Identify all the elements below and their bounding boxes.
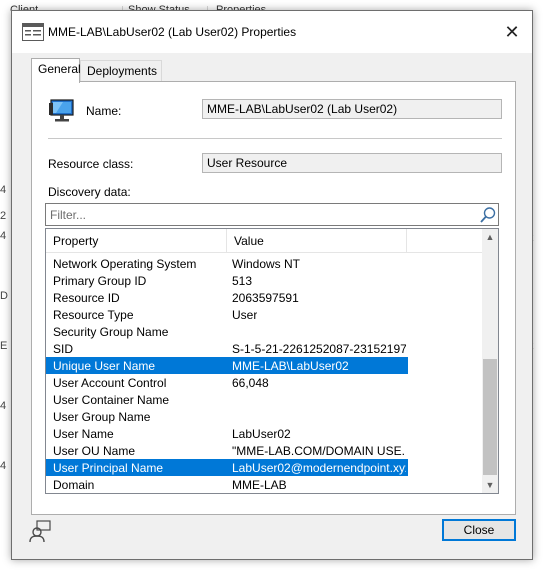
table-row[interactable]: Network Operating System Windows NT [46, 255, 408, 272]
row-property: Security Group Name [53, 325, 169, 339]
column-header-value[interactable]: Value [227, 229, 407, 253]
name-label: Name: [86, 104, 122, 118]
row-property: Domain [53, 478, 95, 492]
background-glyph: 4 [0, 184, 7, 196]
row-value: S-1-5-21-2261252087-23152197... [232, 342, 406, 356]
row-property: Primary Group ID [53, 274, 147, 288]
table-row-selected[interactable]: User Principal Name LabUser02@modernendpo… [46, 459, 408, 476]
filter-box [45, 203, 499, 226]
table-row[interactable]: Primary Group ID 513 [46, 272, 408, 289]
table-row[interactable]: Resource ID 2063597591 [46, 289, 408, 306]
list-header: Property Value [46, 229, 482, 253]
row-value: Windows NT [232, 257, 301, 271]
row-property: User Container Name [53, 393, 170, 407]
background-glyph: 4 [0, 400, 7, 412]
row-value: "MME-LAB.COM/DOMAIN USE... [232, 444, 406, 458]
row-property: User Account Control [53, 376, 167, 390]
background-window-left-edge: 4 2 4 D E 4 4 [0, 20, 10, 560]
table-row[interactable]: User Account Control 66,048 [46, 374, 408, 391]
table-row[interactable]: SID S-1-5-21-2261252087-23152197... [46, 340, 408, 357]
close-window-button[interactable]: ✕ [496, 17, 528, 47]
scroll-up-arrow-icon[interactable]: ▲ [482, 229, 498, 245]
close-icon: ✕ [504, 22, 520, 42]
table-row[interactable]: User Group Name [46, 408, 408, 425]
table-row[interactable]: Domain MME-LAB [46, 476, 408, 493]
table-row-selected[interactable]: Unique User Name MME-LAB\LabUser02 [46, 357, 408, 374]
discovery-data-list[interactable]: Property Value Network Operating System W… [45, 228, 499, 494]
table-row[interactable]: Security Group Name [46, 323, 408, 340]
discovery-data-label: Discovery data: [48, 185, 131, 199]
row-value: MME-LAB [232, 478, 287, 492]
column-header-property[interactable]: Property [46, 229, 227, 253]
row-property: Resource Type [53, 308, 134, 322]
row-property: Resource ID [53, 291, 120, 305]
row-property: User Name [53, 427, 114, 441]
row-value: 513 [232, 274, 253, 288]
tab-general[interactable]: General [31, 58, 81, 83]
table-row[interactable]: User Container Name [46, 391, 408, 408]
table-row[interactable]: User OU Name "MME-LAB.COM/DOMAIN USE... [46, 442, 408, 459]
row-property: Unique User Name [53, 359, 156, 373]
row-property: User OU Name [53, 444, 136, 458]
user-computer-icon [49, 99, 74, 122]
background-glyph: 4 [0, 230, 7, 242]
row-value: LabUser02 [232, 427, 291, 441]
name-field: MME-LAB\LabUser02 (Lab User02) [202, 99, 502, 119]
close-button[interactable]: Close [442, 519, 516, 541]
row-value: MME-LAB\LabUser02 [232, 359, 349, 373]
resource-class-label: Resource class: [48, 157, 134, 171]
row-value: User [232, 308, 258, 322]
properties-dialog: MME-LAB\LabUser02 (Lab User02) Propertie… [11, 10, 533, 560]
row-property: User Principal Name [53, 461, 164, 475]
table-row[interactable]: Resource Type User [46, 306, 408, 323]
background-glyph: 4 [0, 460, 7, 472]
row-value: LabUser02@modernendpoint.xyz [232, 461, 406, 475]
scroll-down-arrow-icon[interactable]: ▼ [482, 477, 498, 493]
filter-input[interactable] [46, 204, 471, 225]
tab-deployments[interactable]: Deployments [80, 60, 162, 82]
table-row[interactable]: User Name LabUser02 [46, 425, 408, 442]
background-glyph: E [0, 340, 8, 352]
user-feedback-icon[interactable] [28, 519, 52, 543]
vertical-scrollbar[interactable]: ▲ ▼ [482, 229, 498, 493]
properties-window-icon [22, 23, 44, 41]
row-property: Network Operating System [53, 257, 197, 271]
title-bar[interactable]: MME-LAB\LabUser02 (Lab User02) Propertie… [12, 11, 532, 53]
scrollbar-thumb[interactable] [483, 359, 497, 475]
row-property: User Group Name [53, 410, 151, 424]
divider [48, 138, 502, 139]
background-glyph: 2 [0, 210, 7, 222]
background-glyph: D [0, 290, 8, 302]
search-icon[interactable] [479, 206, 497, 224]
resource-class-field: User Resource [202, 153, 502, 173]
dialog-title: MME-LAB\LabUser02 (Lab User02) Propertie… [48, 25, 297, 39]
row-value: 2063597591 [232, 291, 299, 305]
row-value: 66,048 [232, 376, 269, 390]
row-property: SID [53, 342, 74, 356]
